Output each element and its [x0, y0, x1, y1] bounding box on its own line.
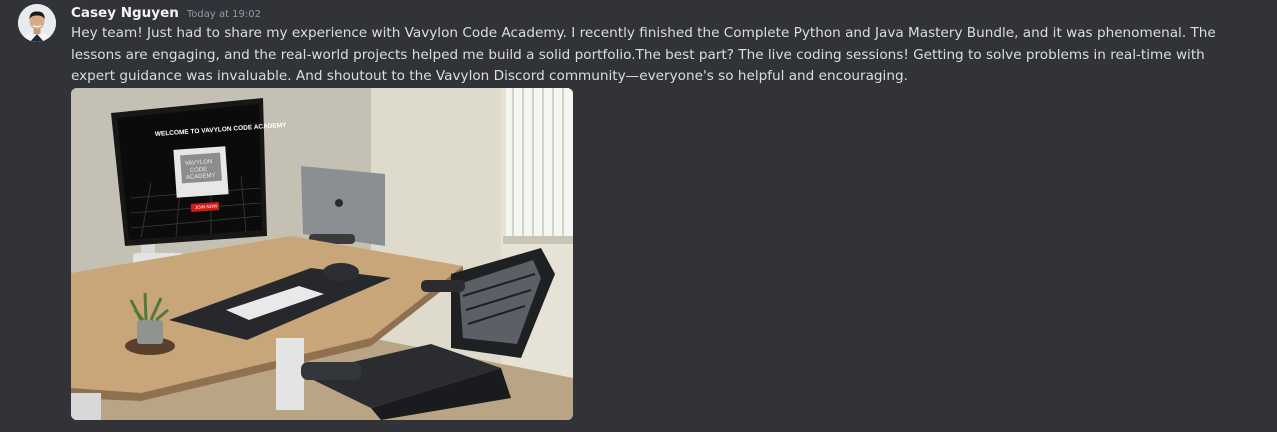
laptop	[301, 166, 385, 246]
window-blinds	[503, 88, 573, 244]
chat-message: Casey Nguyen Today at 19:02 Hey team! Ju…	[0, 0, 1277, 432]
image-attachment[interactable]: WELCOME TO VAVYLON CODE ACADEMY VAVYLON …	[71, 88, 573, 420]
message-header: Casey Nguyen Today at 19:02	[71, 3, 261, 23]
timestamp[interactable]: Today at 19:02	[187, 5, 261, 25]
author-name[interactable]: Casey Nguyen	[71, 3, 179, 23]
avatar[interactable]	[18, 4, 56, 42]
message-content: Hey team! Just had to share my experienc…	[71, 25, 1216, 84]
